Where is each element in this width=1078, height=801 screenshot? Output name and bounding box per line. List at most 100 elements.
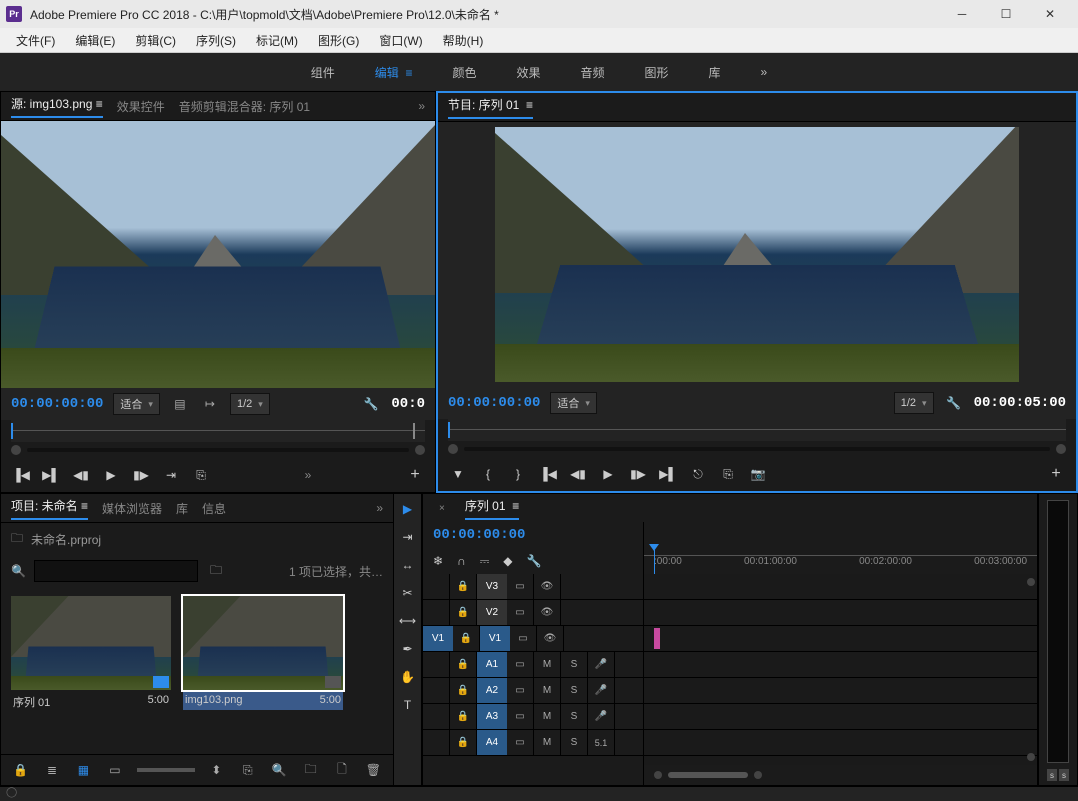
eye-icon[interactable]: 👁 (537, 626, 564, 651)
tab-media-browser[interactable]: 媒体浏览器 (102, 500, 162, 517)
track-header-v2[interactable]: 🔒V2▭👁 (423, 600, 643, 626)
mute-button[interactable]: M (534, 678, 561, 703)
menu-graphics[interactable]: 图形(G) (308, 30, 369, 51)
find-icon[interactable]: 🔍 (270, 760, 289, 780)
lock-icon[interactable]: 🔒 (450, 704, 477, 729)
mark-in-button[interactable]: ▐◀ (11, 465, 31, 485)
program-preview[interactable] (438, 122, 1076, 387)
sort-icon[interactable]: ⬍ (207, 760, 226, 780)
minimize-button[interactable]: ─ (940, 0, 984, 28)
hand-tool-icon[interactable]: ✋ (399, 668, 417, 686)
panel-overflow-icon[interactable]: » (418, 99, 425, 113)
source-fit-dropdown[interactable]: 适合▾ (113, 393, 160, 415)
source-preview[interactable] (1, 121, 435, 388)
step-forward-button[interactable]: ▮▶ (131, 465, 151, 485)
go-to-out-button[interactable]: ▶▌ (658, 464, 678, 484)
overwrite-button[interactable]: ⎘ (191, 465, 211, 485)
razor-tool-icon[interactable]: ✂ (399, 584, 417, 602)
clip[interactable] (654, 628, 660, 649)
ripple-edit-tool-icon[interactable]: ↔ (399, 556, 417, 574)
list-view-icon[interactable]: ≣ (42, 760, 61, 780)
lock-icon[interactable]: 🔒 (450, 652, 477, 677)
workspace-editing[interactable]: 编辑 ≡ (365, 58, 423, 87)
tab-program[interactable]: 节目: 序列 01 ≡ (448, 96, 533, 119)
workspace-effects[interactable]: 效果 (506, 58, 550, 87)
snap-icon[interactable]: ❄ (433, 554, 443, 568)
lock-icon[interactable]: 🔒 (453, 626, 480, 651)
menu-file[interactable]: 文件(F) (6, 30, 65, 51)
toggle-output-icon[interactable]: ▭ (507, 652, 534, 677)
toggle-output-icon[interactable]: ▭ (507, 600, 534, 625)
program-scrub-bar[interactable] (448, 419, 1066, 441)
pen-tool-icon[interactable]: ✒ (399, 640, 417, 658)
lock-icon[interactable]: 🔒 (450, 600, 477, 625)
eye-icon[interactable]: 👁 (534, 600, 561, 625)
source-patch-v1[interactable]: V1 (423, 626, 453, 651)
menu-window[interactable]: 窗口(W) (369, 30, 432, 51)
automate-icon[interactable]: ⎘ (238, 760, 257, 780)
toggle-output-icon[interactable]: ▭ (507, 730, 534, 755)
track-header-a1[interactable]: 🔒A1▭MS🎤 (423, 652, 643, 678)
trash-icon[interactable]: 🗑 (364, 760, 383, 780)
timeline-ruler[interactable]: :00:00 00:01:00:00 00:02:00:00 00:03:00:… (644, 522, 1037, 574)
tab-sequence[interactable]: 序列 01 ≡ (465, 497, 519, 520)
track-header-v3[interactable]: 🔒V3▭👁 (423, 574, 643, 600)
vertical-scrollbar[interactable] (1027, 578, 1035, 761)
tab-source[interactable]: 源: img103.png ≡ (11, 95, 103, 118)
search-input[interactable] (34, 560, 198, 582)
timeline-timecode[interactable]: 00:00:00:00 (433, 527, 525, 543)
voiceover-icon[interactable]: 🎤 (588, 704, 615, 729)
button-editor-icon[interactable]: + (405, 465, 425, 485)
new-item-icon[interactable]: 🗋 (332, 760, 351, 780)
program-resolution-dropdown[interactable]: 1/2▾ (894, 392, 934, 414)
lock-icon[interactable]: 🔒 (450, 678, 477, 703)
menu-help[interactable]: 帮助(H) (433, 30, 494, 51)
panel-overflow-icon[interactable]: » (376, 501, 383, 515)
solo-button[interactable]: S (561, 652, 588, 677)
go-to-in-button[interactable]: ▐◀ (538, 464, 558, 484)
solo-button[interactable]: S (561, 704, 588, 729)
source-resolution-dropdown[interactable]: 1/2▾ (230, 393, 270, 415)
transport-overflow[interactable]: » (305, 468, 312, 482)
settings-icon[interactable]: 🔧 (527, 554, 542, 568)
menu-clip[interactable]: 剪辑(C) (125, 30, 186, 51)
selection-tool-icon[interactable]: ▶ (399, 500, 417, 518)
lock-icon[interactable]: 🔒 (450, 574, 477, 599)
lock-icon[interactable]: 🔒 (450, 730, 477, 755)
project-item-sequence[interactable]: 序列 015:00 (11, 596, 171, 744)
add-marker-button[interactable]: ▼ (448, 464, 468, 484)
mark-out-button[interactable]: ▶▌ (41, 465, 61, 485)
filter-bin-icon[interactable]: 🗀 (206, 561, 226, 581)
step-back-button[interactable]: ◀▮ (568, 464, 588, 484)
marker-icon[interactable]: ◆ (503, 554, 512, 568)
close-sequence-icon[interactable]: × (433, 503, 451, 514)
toggle-output-icon[interactable]: ▭ (507, 678, 534, 703)
linked-selection-icon[interactable]: ⎓ (480, 554, 490, 569)
track-header-a4[interactable]: 🔒A4▭MS5.1 (423, 730, 643, 756)
voiceover-icon[interactable]: 🎤 (588, 652, 615, 677)
mark-in-button[interactable]: { (478, 464, 498, 484)
source-settings-icon[interactable]: ▤ (170, 394, 190, 414)
workspace-assembly[interactable]: 组件 (301, 58, 345, 87)
toggle-output-icon[interactable]: ▭ (507, 574, 534, 599)
timeline-lanes[interactable] (644, 574, 1037, 765)
step-forward-button[interactable]: ▮▶ (628, 464, 648, 484)
slip-tool-icon[interactable]: ⟷ (399, 612, 417, 630)
icon-view-icon[interactable]: ▦ (74, 760, 93, 780)
program-fit-dropdown[interactable]: 适合▾ (550, 392, 597, 414)
program-timecode[interactable]: 00:00:00:00 (448, 395, 540, 411)
mark-out-button[interactable]: } (508, 464, 528, 484)
solo-button[interactable]: S (561, 730, 588, 755)
freeform-view-icon[interactable]: ▭ (105, 760, 124, 780)
toggle-output-icon[interactable]: ▭ (507, 704, 534, 729)
eye-icon[interactable]: 👁 (534, 574, 561, 599)
step-back-button[interactable]: ◀▮ (71, 465, 91, 485)
timeline-zoom-bar[interactable] (644, 765, 1037, 785)
write-toggle-icon[interactable]: 🔒 (11, 760, 30, 780)
play-button[interactable]: ▶ (598, 464, 618, 484)
program-wrench-icon[interactable]: 🔧 (944, 393, 964, 413)
menu-markers[interactable]: 标记(M) (246, 30, 308, 51)
extract-button[interactable]: ⎘ (718, 464, 738, 484)
export-frame-button[interactable]: 📷 (748, 464, 768, 484)
mute-button[interactable]: M (534, 730, 561, 755)
